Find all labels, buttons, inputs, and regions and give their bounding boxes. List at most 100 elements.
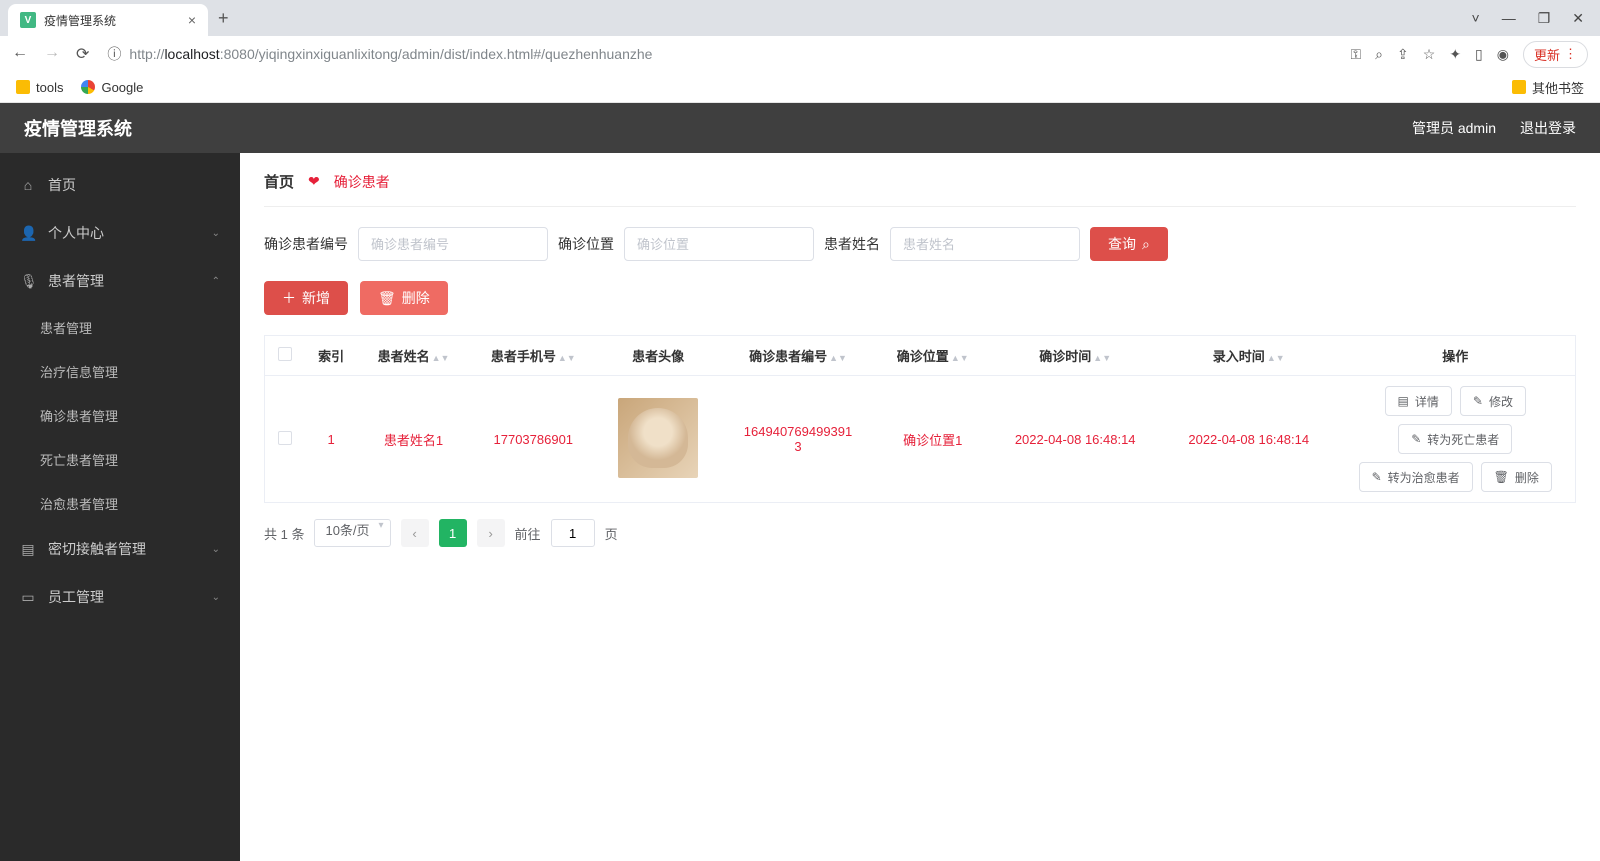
- edit-button[interactable]: ✎ 修改: [1460, 386, 1526, 416]
- sidebar-sub-patient[interactable]: 患者管理: [0, 305, 240, 349]
- monitor-icon: ▭: [20, 589, 36, 606]
- sort-icon[interactable]: ▲▼: [951, 355, 969, 361]
- sidebar-sub-treatment[interactable]: 治疗信息管理: [0, 349, 240, 393]
- input-code[interactable]: [358, 227, 548, 261]
- page-1-button[interactable]: 1: [439, 519, 467, 547]
- sort-icon[interactable]: ▲▼: [432, 355, 450, 361]
- tab-title: 疫情管理系统: [44, 12, 180, 29]
- goto-label: 前往: [515, 524, 541, 543]
- new-tab-button[interactable]: +: [208, 8, 239, 29]
- search-form: 确诊患者编号 确诊位置 患者姓名 查询 ⌕: [264, 227, 1576, 261]
- mic-icon: 🎙: [20, 273, 36, 290]
- total-label: 共 1 条: [264, 524, 304, 543]
- sidebar-item-staff[interactable]: ▭ 员工管理 ⌄: [0, 573, 240, 621]
- search-icon: ⌕: [1142, 236, 1150, 253]
- avatar: [618, 398, 698, 478]
- cell-code: 1649407694993913: [719, 376, 877, 503]
- input-name[interactable]: [890, 227, 1080, 261]
- label-location: 确诊位置: [558, 234, 614, 254]
- sidebar-item-personal[interactable]: 👤 个人中心 ⌄: [0, 209, 240, 257]
- cell-index: 1: [305, 376, 358, 503]
- checkbox-all[interactable]: [278, 347, 292, 361]
- address-bar: ← → ⟳ ⓘ http://localhost:8080/yiqingxinx…: [0, 36, 1600, 72]
- sidepanel-icon[interactable]: ▯: [1475, 46, 1483, 63]
- breadcrumb-current: 确诊患者: [334, 172, 390, 192]
- window-controls: ˅ — ❐ ✕: [1472, 10, 1600, 27]
- to-cure-button[interactable]: ✎ 转为治愈患者: [1359, 462, 1473, 492]
- back-icon[interactable]: ←: [12, 44, 28, 64]
- logout-button[interactable]: 退出登录: [1520, 118, 1576, 138]
- maximize-icon[interactable]: ❐: [1538, 10, 1551, 27]
- search-button[interactable]: 查询 ⌕: [1090, 227, 1168, 261]
- bookmark-other[interactable]: 其他书签: [1512, 78, 1584, 97]
- trash-icon: 🗑: [1494, 470, 1509, 484]
- url-field[interactable]: ⓘ http://localhost:8080/yiqingxinxiguanl…: [101, 44, 1338, 64]
- pagination: 共 1 条 10条/页 ▾ ‹ 1 › 前往 页: [264, 519, 1576, 547]
- sort-icon[interactable]: ▲▼: [1267, 355, 1285, 361]
- reload-icon[interactable]: ⟳: [76, 44, 89, 64]
- close-icon[interactable]: ×: [188, 12, 196, 28]
- pagesize-select[interactable]: 10条/页 ▾: [314, 519, 390, 547]
- browser-tab[interactable]: V 疫情管理系统 ×: [8, 4, 208, 36]
- chevron-down-icon: ⌄: [212, 544, 220, 555]
- breadcrumb: 首页 ❤ 确诊患者: [264, 171, 1576, 207]
- breadcrumb-home[interactable]: 首页: [264, 171, 294, 192]
- sidebar-sub-cured[interactable]: 治愈患者管理: [0, 481, 240, 525]
- search-icon[interactable]: ⌕: [1375, 46, 1383, 63]
- row-delete-button[interactable]: 🗑 删除: [1481, 462, 1552, 492]
- delete-button[interactable]: 🗑删除: [360, 281, 448, 315]
- label-name: 患者姓名: [824, 234, 880, 254]
- user-label: 管理员 admin: [1412, 118, 1496, 138]
- to-death-button[interactable]: ✎ 转为死亡患者: [1398, 424, 1512, 454]
- update-button[interactable]: 更新 ⋮: [1523, 41, 1588, 68]
- next-page-button[interactable]: ›: [477, 519, 505, 547]
- info-icon[interactable]: ⓘ: [107, 44, 121, 64]
- cell-diag-time: 2022-04-08 16:48:14: [988, 376, 1161, 503]
- folder-icon: [16, 80, 30, 94]
- sidebar-item-contact[interactable]: ▤ 密切接触者管理 ⌄: [0, 525, 240, 573]
- input-location[interactable]: [624, 227, 814, 261]
- extensions-icon[interactable]: ✦: [1449, 46, 1461, 63]
- data-table: 索引 患者姓名▲▼ 患者手机号▲▼ 患者头像 确诊患者编号▲▼ 确诊位置▲▼ 确…: [264, 335, 1576, 503]
- app-title: 疫情管理系统: [24, 115, 132, 141]
- favicon-icon: V: [20, 12, 36, 28]
- sidebar-item-patient-mgmt[interactable]: 🎙 患者管理 ⌃: [0, 257, 240, 305]
- prev-page-button[interactable]: ‹: [401, 519, 429, 547]
- browser-chrome: V 疫情管理系统 × + ˅ — ❐ ✕ ← → ⟳ ⓘ http://loca…: [0, 0, 1600, 103]
- sort-icon[interactable]: ▲▼: [829, 355, 847, 361]
- profile-icon[interactable]: ◉: [1497, 46, 1509, 63]
- chevron-down-icon[interactable]: ˅: [1472, 10, 1480, 27]
- star-icon[interactable]: ☆: [1423, 46, 1436, 63]
- doc-icon: ▤: [1398, 394, 1409, 408]
- trash-icon: 🗑: [378, 290, 396, 307]
- close-window-icon[interactable]: ✕: [1572, 10, 1584, 27]
- table-header-row: 索引 患者姓名▲▼ 患者手机号▲▼ 患者头像 确诊患者编号▲▼ 确诊位置▲▼ 确…: [265, 336, 1576, 376]
- folder-icon: [1512, 80, 1526, 94]
- chevron-down-icon: ⌄: [212, 228, 220, 239]
- user-icon: 👤: [20, 225, 36, 242]
- chevron-down-icon: ⌄: [212, 592, 220, 603]
- forward-icon[interactable]: →: [44, 44, 60, 64]
- edit-icon: ✎: [1473, 394, 1483, 408]
- goto-input[interactable]: [551, 519, 595, 547]
- cell-location: 确诊位置1: [877, 376, 988, 503]
- sidebar: ⌂ 首页 👤 个人中心 ⌄ 🎙 患者管理 ⌃ 患者管理 治疗信息管理 确诊患者管…: [0, 153, 240, 861]
- minimize-icon[interactable]: —: [1502, 10, 1516, 27]
- share-icon[interactable]: ⇪: [1397, 46, 1409, 63]
- google-icon: [81, 80, 95, 94]
- sort-icon[interactable]: ▲▼: [558, 355, 576, 361]
- heart-icon: ❤: [308, 173, 320, 190]
- main-content: 首页 ❤ 确诊患者 确诊患者编号 确诊位置 患者姓名 查询 ⌕ ＋新增 🗑删除 …: [240, 153, 1600, 861]
- label-code: 确诊患者编号: [264, 234, 348, 254]
- add-button[interactable]: ＋新增: [264, 281, 348, 315]
- bookmark-google[interactable]: Google: [81, 80, 143, 95]
- bookmark-tools[interactable]: tools: [16, 80, 63, 95]
- checkbox-row[interactable]: [278, 431, 292, 445]
- sidebar-item-home[interactable]: ⌂ 首页: [0, 161, 240, 209]
- sidebar-sub-death[interactable]: 死亡患者管理: [0, 437, 240, 481]
- sidebar-sub-confirmed[interactable]: 确诊患者管理: [0, 393, 240, 437]
- key-icon[interactable]: ⚿: [1351, 46, 1362, 63]
- sort-icon[interactable]: ▲▼: [1093, 355, 1111, 361]
- detail-button[interactable]: ▤ 详情: [1385, 386, 1452, 416]
- cell-entry-time: 2022-04-08 16:48:14: [1162, 376, 1336, 503]
